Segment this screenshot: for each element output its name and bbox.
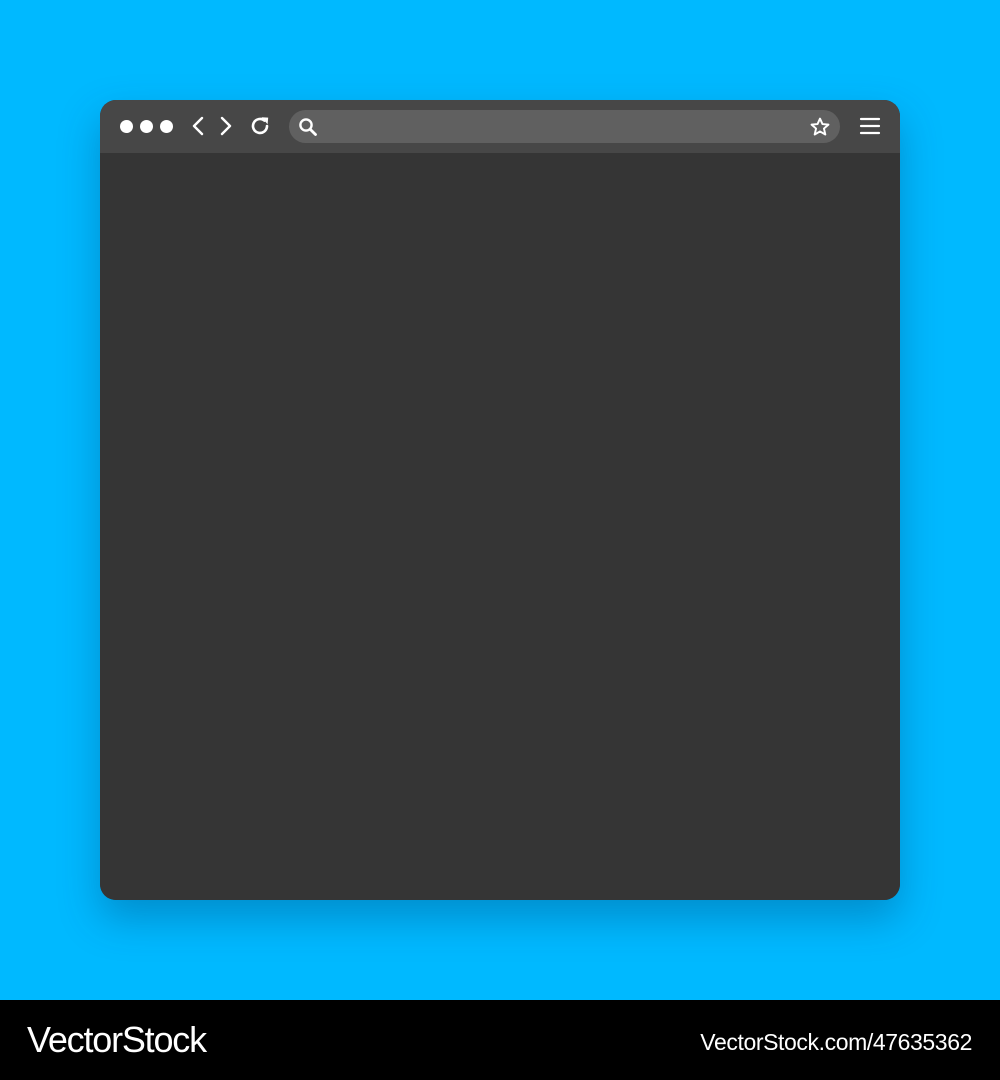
- search-icon: [299, 118, 317, 136]
- star-icon[interactable]: [809, 116, 831, 138]
- chevron-right-icon[interactable]: [216, 114, 236, 138]
- footer-url: VectorStock.com/47635362: [700, 1029, 972, 1055]
- browser-content-area: [100, 153, 900, 900]
- watermark-footer: VectorStock VectorStock.com/47635362: [0, 1000, 1000, 1080]
- address-bar[interactable]: [289, 110, 840, 143]
- address-input[interactable]: [325, 110, 795, 143]
- window-control-dot[interactable]: [160, 120, 173, 133]
- window-control-dot[interactable]: [140, 120, 153, 133]
- hamburger-menu-icon[interactable]: [858, 115, 882, 137]
- browser-toolbar: [100, 100, 900, 153]
- chevron-left-icon[interactable]: [188, 114, 208, 138]
- footer-brand: VectorStock: [27, 1019, 207, 1060]
- window-control-dot[interactable]: [120, 120, 133, 133]
- reload-icon[interactable]: [248, 114, 272, 138]
- canvas-background: [0, 0, 1000, 1000]
- browser-window: [100, 100, 900, 900]
